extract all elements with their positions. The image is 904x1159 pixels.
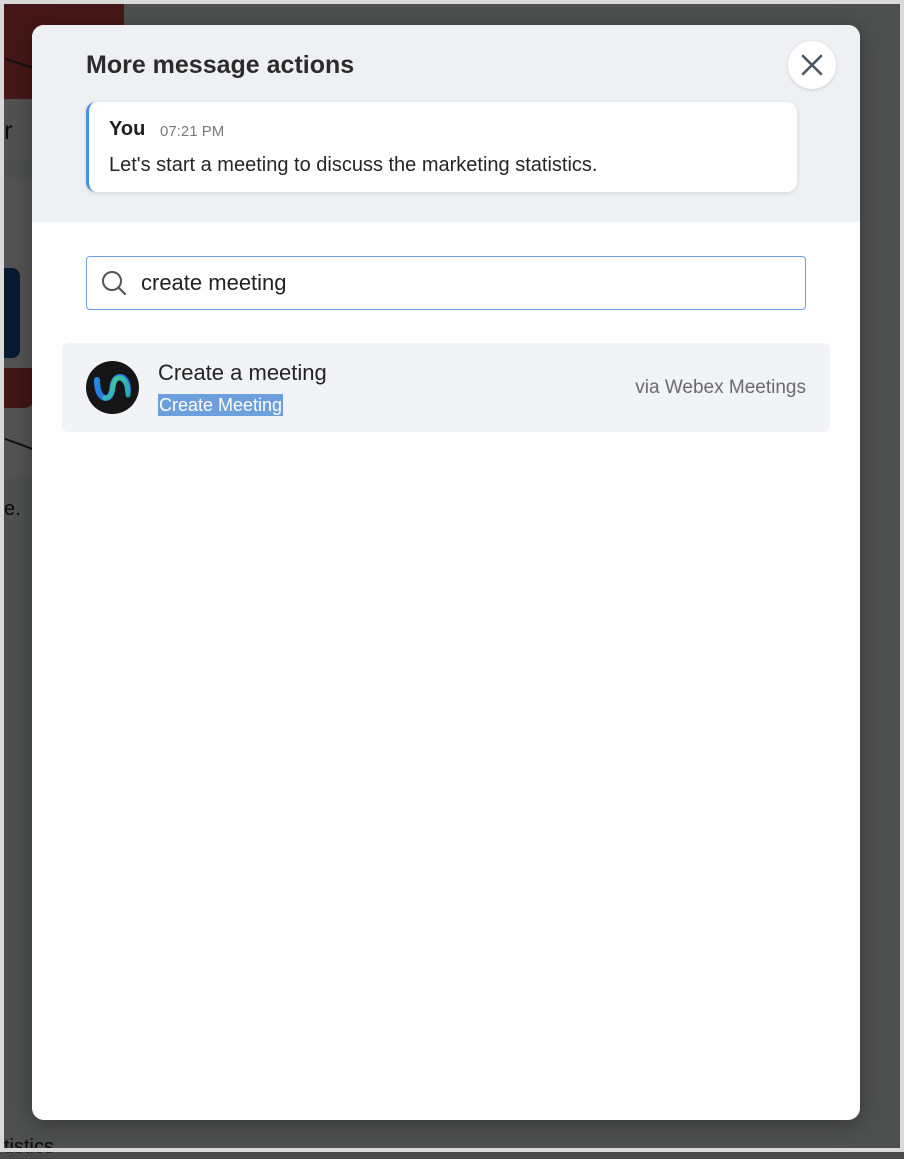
- result-subtitle: Create Meeting: [158, 394, 284, 416]
- dialog-title: More message actions: [86, 51, 355, 79]
- quoted-message: You 07:21 PM Let's start a meeting to di…: [86, 102, 797, 192]
- search-input[interactable]: [141, 265, 781, 301]
- message-text: Let's start a meeting to discuss the mar…: [109, 154, 598, 176]
- message-sender: You: [109, 118, 146, 140]
- close-button[interactable]: [788, 41, 836, 89]
- action-result-item[interactable]: Create a meeting Create Meeting via Webe…: [62, 343, 830, 432]
- dialog-header: More message actions You 07:21 PM Let's …: [32, 25, 860, 222]
- search-icon: [102, 271, 127, 296]
- webex-logo-icon: [86, 361, 139, 414]
- message-timestamp: 07:21 PM: [160, 123, 225, 140]
- close-icon: [801, 54, 823, 76]
- search-field[interactable]: [86, 256, 806, 310]
- result-source: via Webex Meetings: [635, 377, 806, 398]
- more-message-actions-dialog: More message actions You 07:21 PM Let's …: [32, 25, 860, 1120]
- result-title: Create a meeting: [158, 360, 327, 385]
